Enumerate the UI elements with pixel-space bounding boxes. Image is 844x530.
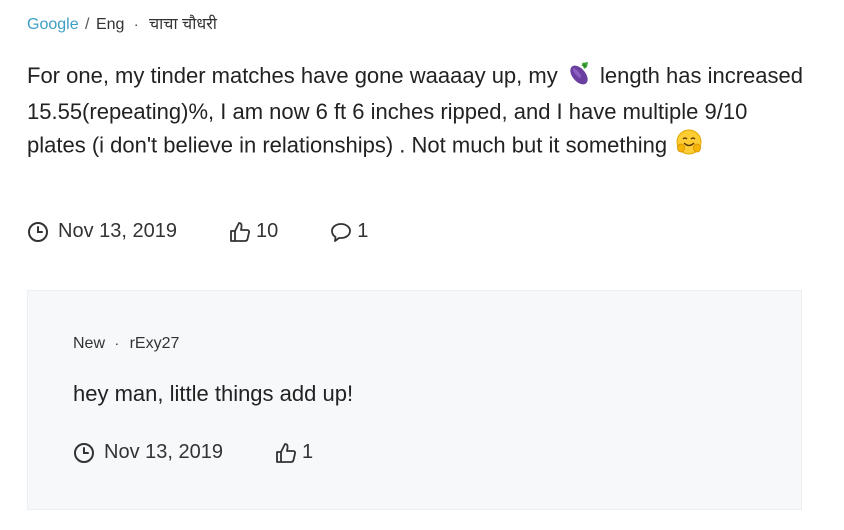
review-like-button[interactable]: 10 <box>229 220 278 243</box>
reply-card: New · rExy27 hey man, little things add … <box>27 290 802 510</box>
reply-text: hey man, little things add up! <box>73 381 354 406</box>
header-bullet: · <box>133 16 139 32</box>
review-like-count: 10 <box>255 220 279 242</box>
header-separator: / <box>85 16 90 33</box>
review-thread: Google / Eng · चाचा चौधरी For one, my ti… <box>0 0 844 530</box>
thumbs-up-icon <box>275 442 297 464</box>
review-header: Google / Eng · चाचा चौधरी <box>27 14 217 35</box>
reply-like-count: 1 <box>301 441 314 463</box>
comment-icon <box>330 221 352 243</box>
thumbs-up-icon <box>229 221 251 243</box>
review-text: For one, my tinder matches have gone waa… <box>27 59 807 165</box>
review-author[interactable]: चाचा चौधरी <box>149 16 217 33</box>
reply-bullet: · <box>114 335 120 351</box>
review-date-item: Nov 13, 2019 <box>27 220 177 243</box>
review-date: Nov 13, 2019 <box>58 220 177 242</box>
review-comment-button[interactable]: 1 <box>330 220 368 243</box>
reply-author[interactable]: rExy27 <box>130 335 180 352</box>
reply-date: Nov 13, 2019 <box>104 441 223 463</box>
reply-like-button[interactable]: 1 <box>275 441 313 464</box>
reply-date-item: Nov 13, 2019 <box>73 441 223 464</box>
review-language: Eng <box>95 16 125 33</box>
reply-label: New <box>73 335 106 352</box>
reply-meta: Nov 13, 2019 1 <box>73 441 313 464</box>
clock-icon <box>27 221 49 243</box>
eggplant-emoji-icon <box>566 60 592 95</box>
review-source-link[interactable]: Google <box>27 16 79 33</box>
reply-header: New · rExy27 <box>73 335 179 353</box>
hugging-face-emoji-icon <box>675 128 703 165</box>
review-meta: Nov 13, 2019 10 1 <box>27 220 368 243</box>
clock-icon <box>73 442 95 464</box>
review-text-part1: For one, my tinder matches have gone waa… <box>27 63 558 88</box>
review-comment-count: 1 <box>357 220 369 242</box>
